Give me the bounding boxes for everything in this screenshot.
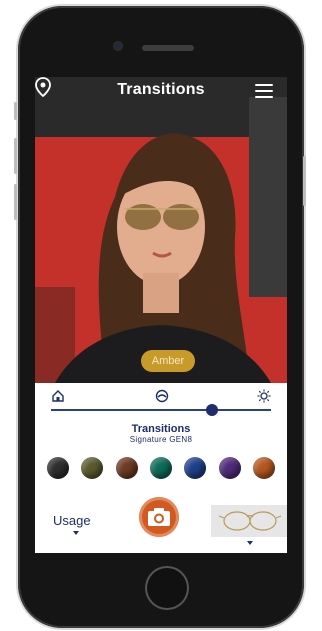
color-swatch[interactable] [47,457,69,479]
brand-subtitle: Signature GEN8 [129,435,193,444]
chevron-down-icon[interactable] [73,531,79,535]
usage-dropdown[interactable]: Usage [53,513,91,528]
model-portrait [35,77,287,383]
camera-icon [148,508,170,526]
home-button[interactable] [145,566,189,610]
light-condition-slider[interactable] [51,404,271,416]
frames-selector[interactable] [211,505,287,537]
volume-up-button [14,138,17,174]
eyeglasses-frames-icon [218,511,282,531]
power-button [303,156,306,206]
bottom-bar: Usage [35,497,287,553]
indoor-house-icon[interactable] [51,389,65,403]
camera-capture-button[interactable] [139,497,179,537]
color-swatch[interactable] [184,457,207,479]
volume-down-button [14,184,17,220]
try-on-camera-view: Transitions Amber [35,77,287,383]
color-swatch[interactable] [150,457,172,479]
brand-name: Transitions [131,423,191,435]
app-logo: Transitions [117,81,205,98]
earpiece-speaker [142,45,194,51]
hamburger-menu-icon[interactable] [255,84,273,102]
front-camera [113,41,123,51]
color-swatch[interactable] [218,457,241,479]
tint-controls: Transitions Signature GEN8 Usage [35,383,287,553]
car-icon[interactable] [155,389,169,403]
color-swatch[interactable] [253,457,275,479]
color-swatch[interactable] [81,457,104,479]
app-screen: Transitions Amber Transitions Signature … [35,77,287,553]
tint-name-badge: Amber [141,350,195,372]
product-brand: Transitions Signature GEN8 [35,423,287,445]
mute-switch [14,102,17,120]
chevron-down-icon[interactable] [247,541,253,545]
sun-icon[interactable] [257,389,271,403]
color-swatch[interactable] [115,457,138,479]
top-bar: Transitions [35,77,287,107]
slider-thumb[interactable] [205,404,218,416]
condition-icons [35,389,287,405]
color-swatches [39,457,283,481]
